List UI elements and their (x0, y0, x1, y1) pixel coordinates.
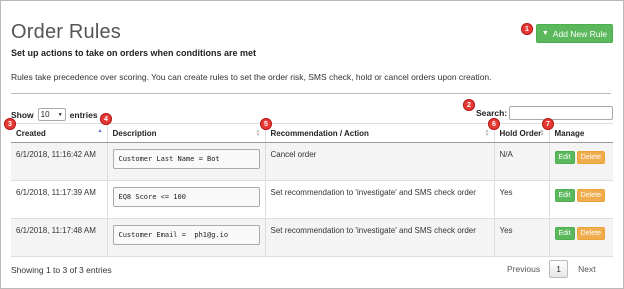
rule-condition: Customer Email = ph1@g.io (112, 225, 260, 245)
page-1-button[interactable]: 1 (549, 260, 569, 278)
annotation-badge-3: 3 (4, 118, 16, 130)
column-header-created[interactable]: Created ▲ (11, 123, 107, 143)
column-label: Created (16, 128, 46, 138)
length-menu-prefix: Show (11, 109, 34, 120)
sort-icon: ▲ ▼ (539, 128, 545, 138)
sort-icon: ▲ ▼ (255, 128, 261, 138)
table-row: 6/1/2018, 11:17:39 AM EQ8 Score <= 100 S… (11, 180, 613, 219)
caret-down-icon: ▼ (57, 111, 63, 118)
description-cell: Customer Email = ph1@g.io (106, 218, 265, 257)
next-page-link[interactable]: Next (578, 264, 595, 274)
length-menu: Show 10 ▼ entries (11, 108, 98, 121)
page-frame: Order Rules Set up actions to take on or… (0, 0, 624, 289)
annotation-badge-6: 6 (488, 118, 500, 130)
hold-cell: N/A (493, 142, 549, 181)
annotation-badge-5: 5 (260, 118, 272, 130)
add-new-rule-button[interactable]: ▼ Add New Rule (536, 24, 613, 43)
delete-button[interactable]: Delete (576, 189, 606, 202)
page-title: Order Rules (11, 21, 122, 43)
table-row: 6/1/2018, 11:16:42 AM Customer Last Name… (11, 142, 613, 181)
description-cell: EQ8 Score <= 100 (106, 180, 265, 219)
page-description: Rules take precedence over scoring. You … (11, 72, 492, 82)
sort-asc-icon: ▲ (97, 128, 103, 134)
page-subtitle: Set up actions to take on orders when co… (11, 48, 257, 58)
delete-button[interactable]: Delete (576, 151, 606, 164)
edit-button[interactable]: Edit (554, 189, 575, 202)
annotation-badge-4: 4 (100, 113, 112, 125)
add-new-rule-label: Add New Rule (552, 28, 608, 39)
sort-icon: ▲ ▼ (484, 128, 490, 138)
created-cell: 6/1/2018, 11:17:39 AM (11, 180, 107, 219)
table-info: Showing 1 to 3 of 3 entries (11, 265, 112, 275)
hold-cell: Yes (493, 218, 549, 257)
previous-page-link[interactable]: Previous (507, 264, 540, 274)
entries-select[interactable]: 10 ▼ (37, 108, 66, 121)
edit-button[interactable]: Edit (554, 151, 575, 164)
action-cell: Cancel order (264, 142, 494, 181)
manage-cell: Edit Delete (548, 218, 613, 257)
search-input[interactable] (509, 106, 613, 120)
rules-table: Created ▲ Description ▲ ▼ Recommendation … (11, 123, 613, 257)
table-row: 6/1/2018, 11:17:48 AM Customer Email = p… (11, 218, 613, 257)
edit-button[interactable]: Edit (554, 227, 575, 240)
description-cell: Customer Last Name = Bot (106, 142, 265, 181)
divider (11, 93, 611, 94)
annotation-badge-1: 1 (521, 23, 533, 35)
column-header-manage: Manage (548, 123, 613, 143)
rule-condition: EQ8 Score <= 100 (112, 187, 260, 207)
annotation-badge-7: 7 (542, 118, 554, 130)
table-header-row: Created ▲ Description ▲ ▼ Recommendation … (11, 123, 613, 143)
rule-condition: Customer Last Name = Bot (112, 149, 260, 169)
column-label: Recommendation / Action (270, 128, 369, 138)
created-cell: 6/1/2018, 11:17:48 AM (11, 218, 107, 257)
column-header-recommendation[interactable]: Recommendation / Action ▲ ▼ (264, 123, 494, 143)
column-label: Description (112, 128, 157, 138)
manage-cell: Edit Delete (548, 142, 613, 181)
column-header-hold-order[interactable]: Hold Order ▲ ▼ (493, 123, 549, 143)
entries-select-value: 10 (40, 110, 50, 119)
delete-button[interactable]: Delete (576, 227, 606, 240)
annotation-badge-2: 2 (463, 99, 475, 111)
action-cell: Set recommendation to 'investigate' and … (264, 218, 494, 257)
length-menu-suffix: entries (69, 109, 98, 120)
column-header-description[interactable]: Description ▲ ▼ (106, 123, 265, 143)
filter-icon: ▼ (541, 30, 549, 37)
manage-cell: Edit Delete (548, 180, 613, 219)
pagination: Previous 1 Next (507, 260, 596, 278)
hold-cell: Yes (493, 180, 549, 219)
column-label: Hold Order (499, 128, 542, 138)
search-label: Search: (476, 108, 508, 118)
action-cell: Set recommendation to 'investigate' and … (264, 180, 494, 219)
column-label: Manage (554, 128, 585, 138)
created-cell: 6/1/2018, 11:16:42 AM (11, 142, 107, 181)
